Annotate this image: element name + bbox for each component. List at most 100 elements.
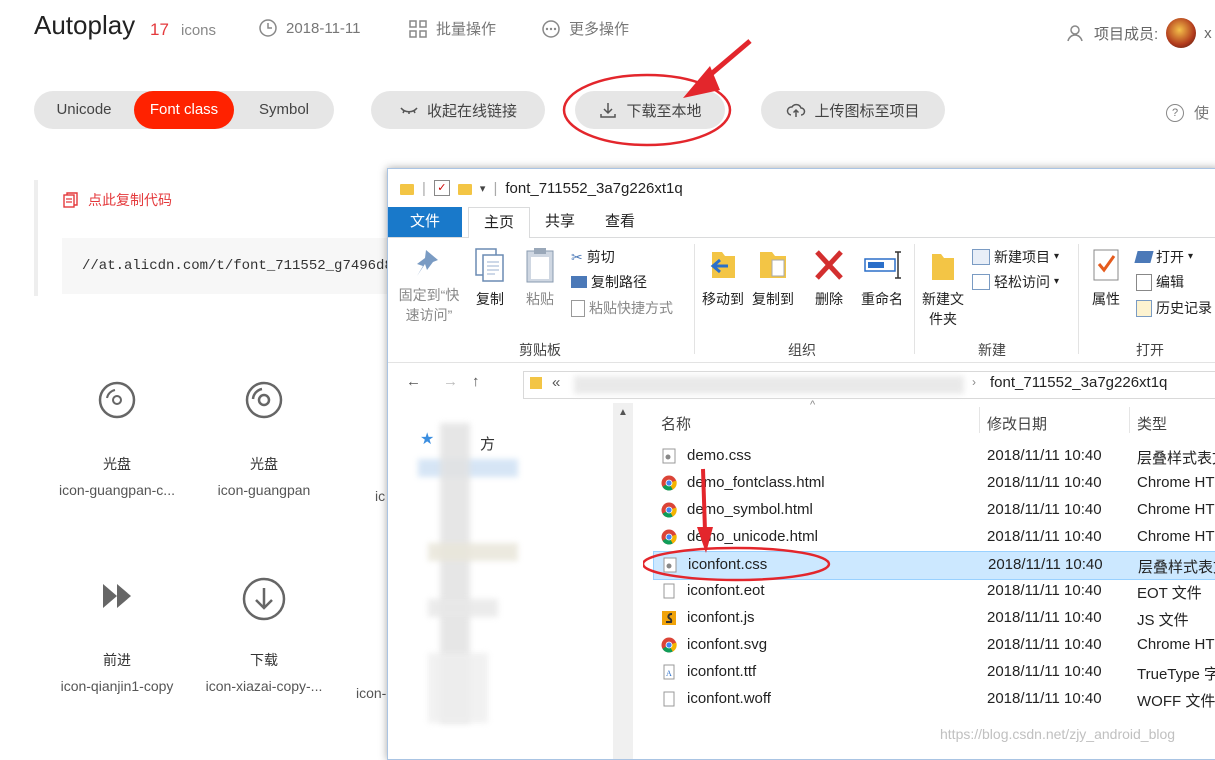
copy-code-link[interactable]: 点此复制代码 [62,190,172,210]
disc-outline-icon [245,381,283,419]
file-list: ^ 名称 修改日期 类型 demo.css 2018/11/11 10:40 层叠样… [643,399,1215,759]
help-icon: ? [1166,103,1184,122]
watermark: https://blog.csdn.net/zjy_android_blog [940,726,1176,742]
move-to-icon [710,252,735,278]
batch-operation-label: 批量操作 [436,21,497,38]
cloud-upload-icon [787,103,806,117]
tab-unicode[interactable]: Unicode [34,91,134,129]
edit-button[interactable]: 编辑 [1136,272,1184,292]
checkbox-icon[interactable]: ✓ [433,180,450,196]
rename-button[interactable]: 重命名 [858,246,906,309]
properties-button[interactable]: 属性 [1088,246,1124,309]
icon-card[interactable]: 光盘 icon-guangpan-c... [42,380,192,498]
help-label: 使 [1194,105,1210,122]
explorer-titlebar: | ✓ ▾ | font_711552_3a7g226xt1q [388,169,1215,207]
upload-button[interactable]: 上传图标至项目 [761,91,945,129]
icon-name: 下载 [250,652,278,668]
ribbon-tabs: 文件 主页 共享 查看 [388,207,1215,239]
address-input[interactable]: « › font_711552_3a7g226xt1q [523,371,1215,399]
new-folder-button[interactable]: 新建文件夹 [920,246,966,329]
svg-text:A: A [666,669,672,678]
scissors-icon: ✂ [571,249,583,265]
folder-icon [400,183,414,195]
pin-icon [417,250,438,276]
icon-class: icon-xiazai-copy-... [205,678,323,694]
ribbon: 固定到“快速访问” 复制 粘贴 ✂ 剪切 复制路径 粘贴快捷方式 剪贴板 移动到 … [388,238,1215,363]
path-icon [571,276,587,288]
nav-item-text[interactable]: 方 [480,433,495,454]
copy-to-icon [760,252,786,278]
tab-share[interactable]: 共享 [530,207,590,237]
move-to-button[interactable]: 移动到 [700,246,746,309]
project-members[interactable]: 项目成员: x [1066,18,1212,48]
address-prefix: « [552,374,561,391]
icon-class: icon-guangpan-c... [59,482,175,498]
copy-button[interactable]: 复制 [470,246,510,309]
icon-card[interactable]: 下载 icon-xiazai-copy-... [189,576,339,694]
annotation-ellipse-iconfont [643,468,831,582]
column-date[interactable]: 修改日期 [987,413,1047,434]
delete-button[interactable]: 删除 [812,246,846,309]
copy-to-button[interactable]: 复制到 [750,246,796,309]
folder-icon [530,377,542,389]
history-icon [1136,300,1152,317]
up-arrow-icon[interactable]: ↑ [472,373,480,390]
icon-name: 前进 [103,652,131,668]
more-operation-button[interactable]: 更多操作 [541,18,629,39]
tab-file[interactable]: 文件 [388,207,463,237]
paste-shortcut-button[interactable]: 粘贴快捷方式 [571,298,673,318]
column-type[interactable]: 类型 [1137,413,1167,434]
tab-home[interactable]: 主页 [468,207,531,239]
back-arrow-icon[interactable]: ← [406,373,421,390]
tab-symbol[interactable]: Symbol [234,91,334,129]
new-item-icon [972,249,990,265]
nav-scrollbar[interactable]: ▲ [613,403,633,759]
icon-card[interactable]: 前进 icon-qianjin1-copy [42,576,192,694]
forward-arrow-icon[interactable]: → [443,373,458,390]
avatar[interactable] [1166,18,1197,48]
organize-group-label: 组织 [788,342,816,358]
open-icon [1134,251,1154,263]
icon-count-unit: icons [181,22,217,39]
icon-class: icon-qianjin1-copy [60,678,174,694]
history-button[interactable]: 历史记录 [1136,298,1212,318]
chevron-right-icon: › [972,375,976,389]
file-row[interactable]: A iconfont.ttf 2018/11/11 10:40 TrueType 字 [653,659,1215,686]
icon-card[interactable]: 光盘 icon-guangpan [189,380,339,498]
file-row[interactable]: iconfont.woff 2018/11/11 10:40 WOFF 文件 [653,686,1215,713]
date-item: 2018-11-11 [258,18,361,38]
help-link[interactable]: ? 使 [1166,102,1209,123]
paste-button[interactable]: 粘贴 [520,246,560,309]
pin-quick-access-button[interactable]: 固定到“快速访问” [398,246,460,325]
batch-operation-button[interactable]: 批量操作 [408,18,496,39]
scroll-up-icon[interactable]: ▲ [618,407,628,418]
code-url[interactable]: //at.alicdn.com/t/font_711552_g7496d8 [62,238,412,294]
grid-icon [409,19,427,38]
copy-path-button[interactable]: 复制路径 [571,272,647,292]
quick-access-dropdown-icon[interactable]: ▾ [480,182,486,195]
file-explorer-window: | ✓ ▾ | font_711552_3a7g226xt1q 文件 主页 共享… [387,168,1215,760]
date-text: 2018-11-11 [286,19,361,37]
tab-view[interactable]: 查看 [590,207,650,237]
edit-icon [1136,274,1152,291]
more-dots-icon [542,19,560,38]
copy-code-label: 点此复制代码 [88,192,172,208]
download-circle-icon [242,577,286,621]
clock-icon [259,19,277,37]
cut-button[interactable]: ✂ 剪切 [571,247,615,267]
file-row[interactable]: iconfont.svg 2018/11/11 10:40 Chrome HT [653,632,1215,659]
quick-access-star-icon[interactable]: ★ [420,429,434,449]
tab-font-class[interactable]: Font class [134,91,234,129]
easy-access-button[interactable]: 轻松访问 ▾ [972,272,1059,292]
open-button[interactable]: 打开 ▾ [1134,247,1193,267]
file-row[interactable]: iconfont.js 2018/11/11 10:40 JS 文件 [653,605,1215,632]
new-folder-icon [932,254,954,280]
fast-forward-icon [103,584,131,608]
page-title: Autoplay [34,10,136,40]
new-item-button[interactable]: 新建项目 ▾ [972,247,1059,267]
new-group-label: 新建 [978,342,1006,358]
disc-icon [98,381,136,419]
collapse-link-button[interactable]: 收起在线链接 [371,91,545,129]
navigation-pane: ★ 方 [388,403,613,759]
font-file-icon: A [663,664,675,680]
